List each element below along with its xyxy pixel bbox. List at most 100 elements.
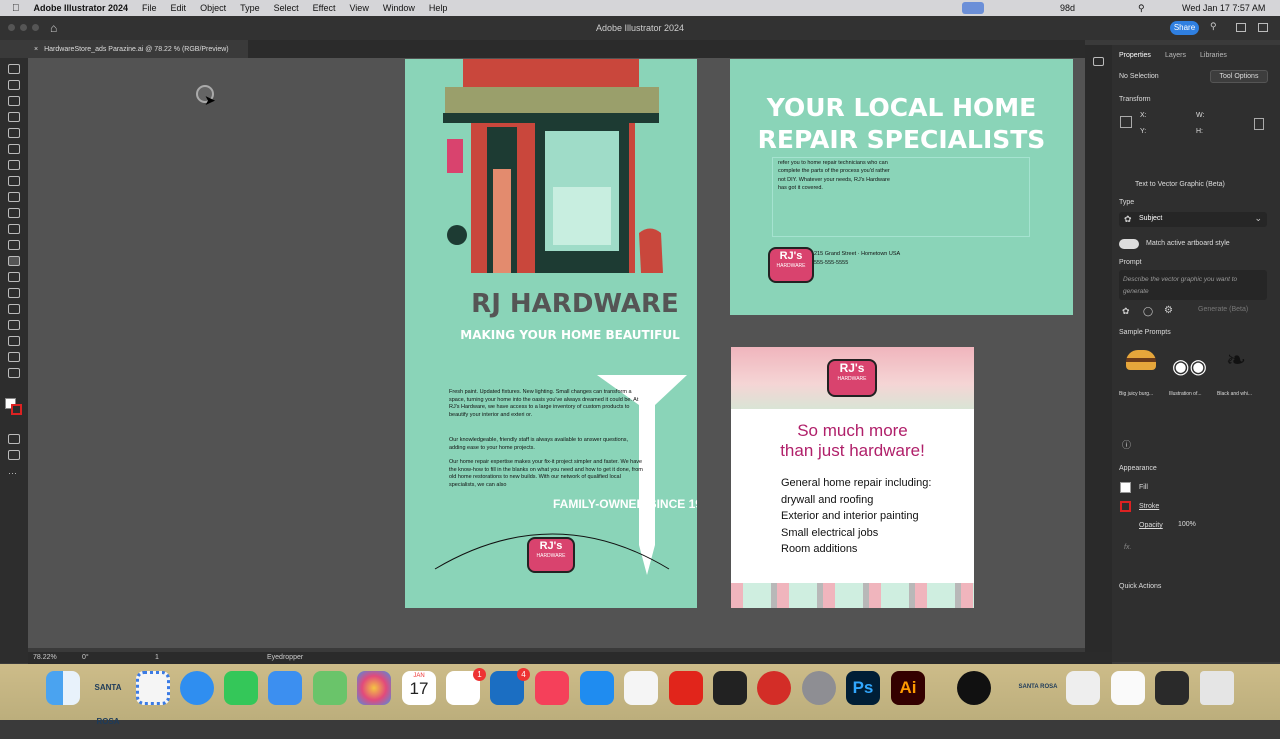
eyedropper-tool-icon[interactable] — [8, 256, 20, 266]
opacity-value[interactable]: 100% — [1178, 521, 1196, 528]
ad-heading-1[interactable]: So much more — [731, 421, 974, 441]
poster-logo[interactable]: RJ's HARDWARE — [527, 537, 575, 573]
pen-tool-icon[interactable] — [8, 96, 20, 106]
tab-properties[interactable]: Properties — [1119, 52, 1151, 59]
artboard-tool-icon[interactable] — [8, 320, 20, 330]
trash-icon[interactable] — [1200, 671, 1234, 705]
blend-tool-icon[interactable] — [8, 272, 20, 282]
tool-options-button[interactable]: Tool Options — [1210, 70, 1268, 83]
artboard-square-ad[interactable]: RJ's HARDWARE So much more than just har… — [731, 347, 974, 608]
banner-headline-2[interactable]: REPAIR SPECIALISTS — [730, 125, 1073, 154]
menu-object[interactable]: Object — [200, 3, 226, 13]
ad-list[interactable]: General home repair including: drywall a… — [781, 475, 931, 558]
document-tab[interactable]: × HardwareStore_ads Parazine.ai @ 78.22 … — [28, 40, 248, 58]
app-store-icon[interactable] — [580, 671, 614, 705]
comments-icon[interactable] — [1093, 57, 1104, 66]
jpeg-file-icon[interactable] — [1111, 671, 1145, 705]
slice-tool-icon[interactable] — [8, 336, 20, 346]
gradient-tool-icon[interactable] — [8, 224, 20, 234]
santa-rosa-folder-icon[interactable]: SANTA ROSA — [1015, 677, 1061, 697]
mesh-tool-icon[interactable] — [8, 240, 20, 250]
zoom-tool-icon[interactable] — [8, 368, 20, 378]
poster-title[interactable]: RJ HARDWARE — [405, 289, 697, 319]
banner-body[interactable]: refer you to home repair technicians who… — [778, 159, 896, 192]
clock[interactable]: Wed Jan 17 7:57 AM — [1182, 3, 1265, 13]
prompt-input[interactable]: Describe the vector graphic you want to … — [1119, 270, 1267, 300]
type-tool-icon[interactable] — [8, 160, 20, 170]
messages-icon[interactable] — [224, 671, 258, 705]
safari-icon[interactable] — [180, 671, 214, 705]
rectangle-tool-icon[interactable] — [8, 128, 20, 138]
generate-button[interactable]: Generate (Beta) — [1198, 306, 1248, 313]
artboard-banner[interactable]: YOUR LOCAL HOME REPAIR SPECIALISTS refer… — [730, 59, 1073, 315]
artboard-number[interactable]: 1 — [155, 654, 159, 661]
search-icon[interactable]: ⚲ — [1210, 21, 1217, 32]
finder-icon[interactable] — [46, 671, 80, 705]
banner-logo[interactable]: RJ's HARDWARE — [768, 247, 814, 283]
curvature-tool-icon[interactable] — [8, 112, 20, 122]
launchpad-icon[interactable] — [136, 671, 170, 705]
menu-file[interactable]: File — [142, 3, 157, 13]
draw-mode-icon[interactable] — [8, 434, 20, 444]
menu-view[interactable]: View — [349, 3, 368, 13]
photos-icon[interactable] — [357, 671, 391, 705]
fill-swatch-icon[interactable] — [1120, 482, 1131, 493]
screen-share-icon[interactable] — [962, 2, 984, 14]
rotation-value[interactable]: 0° — [82, 654, 89, 661]
symbol-sprayer-tool-icon[interactable] — [8, 288, 20, 298]
settings-gear-icon[interactable]: ⚙ — [1164, 305, 1173, 316]
ad-heading-2[interactable]: than just hardware! — [731, 441, 974, 461]
poster-body-para3[interactable]: Our home repair expertise makes your fix… — [449, 459, 645, 489]
eraser-tool-icon[interactable] — [8, 192, 20, 202]
mail-icon[interactable] — [268, 671, 302, 705]
menu-edit[interactable]: Edit — [171, 3, 187, 13]
hand-tool-icon[interactable] — [8, 352, 20, 362]
banner-phone[interactable]: 555-555-5555 — [814, 260, 848, 266]
tab-layers[interactable]: Layers — [1165, 52, 1186, 59]
calendar-icon[interactable]: JAN 17 — [402, 671, 436, 705]
menu-window[interactable]: Window — [383, 3, 415, 13]
graph-tool-icon[interactable] — [8, 304, 20, 314]
current-tool-label[interactable]: Eyedropper — [267, 654, 303, 661]
scale-tool-icon[interactable] — [8, 208, 20, 218]
screen-mode-icon[interactable] — [8, 450, 20, 460]
reference-point-icon[interactable] — [1120, 116, 1132, 128]
info-icon[interactable]: ⓘ — [1122, 438, 1131, 451]
type-dropdown[interactable]: ✿ Subject ⌄ — [1119, 212, 1267, 227]
opacity-label[interactable]: Opacity — [1139, 522, 1163, 529]
apple-icon[interactable]:  — [12, 3, 20, 14]
system-settings-icon[interactable] — [802, 671, 836, 705]
stroke-label[interactable]: Stroke — [1139, 503, 1159, 510]
menu-type[interactable]: Type — [240, 3, 260, 13]
zoom-level[interactable]: 78.22% — [33, 654, 57, 661]
poster-body-para2[interactable]: Our knowledgeable, friendly staff is alw… — [449, 437, 645, 452]
workspace-icon[interactable] — [1236, 23, 1246, 32]
more-tools-icon[interactable]: ⋯ — [8, 468, 17, 479]
canvas[interactable]: ➤ RJ HARDWARE MAKING YOUR HOME BEAUTIFUL… — [28, 58, 1085, 648]
rotate-tool-icon[interactable] — [8, 176, 20, 186]
banner-headline-1[interactable]: YOUR LOCAL HOME — [730, 93, 1073, 122]
banner-address[interactable]: 215 Grand Street · Hometown USA — [814, 251, 900, 257]
stroke-swatch[interactable] — [11, 404, 22, 415]
sample-bicycle[interactable]: ◉◉ — [1170, 344, 1208, 378]
text-to-vector-heading[interactable]: Text to Vector Graphic (Beta) — [1135, 181, 1225, 188]
sample-bird[interactable]: ❧ — [1218, 344, 1256, 378]
fx-button[interactable]: fx. — [1124, 544, 1131, 551]
close-icon[interactable]: × — [34, 46, 38, 53]
paintbrush-tool-icon[interactable] — [8, 144, 20, 154]
santa-rosa-icon[interactable]: SANTA ROSA — [90, 671, 126, 726]
obs-icon[interactable] — [957, 671, 991, 705]
direct-selection-tool-icon[interactable] — [8, 80, 20, 90]
artboard-poster[interactable]: RJ HARDWARE MAKING YOUR HOME BEAUTIFUL F… — [405, 59, 697, 608]
app-name-menu[interactable]: Adobe Illustrator 2024 — [34, 3, 129, 13]
panels-icon[interactable] — [1258, 23, 1268, 32]
menu-select[interactable]: Select — [274, 3, 299, 13]
stroke-swatch-icon[interactable] — [1120, 501, 1131, 512]
maps-icon[interactable] — [313, 671, 347, 705]
photoshop-icon[interactable]: Ps — [846, 671, 880, 705]
menu-effect[interactable]: Effect — [313, 3, 336, 13]
illustrator-icon[interactable]: Ai — [891, 671, 925, 705]
poster-family-owned[interactable]: FAMILY-OWNED SINCE 191 — [553, 497, 697, 511]
poster-subtitle[interactable]: MAKING YOUR HOME BEAUTIFUL — [405, 328, 697, 342]
sample-burger[interactable] — [1122, 344, 1160, 378]
